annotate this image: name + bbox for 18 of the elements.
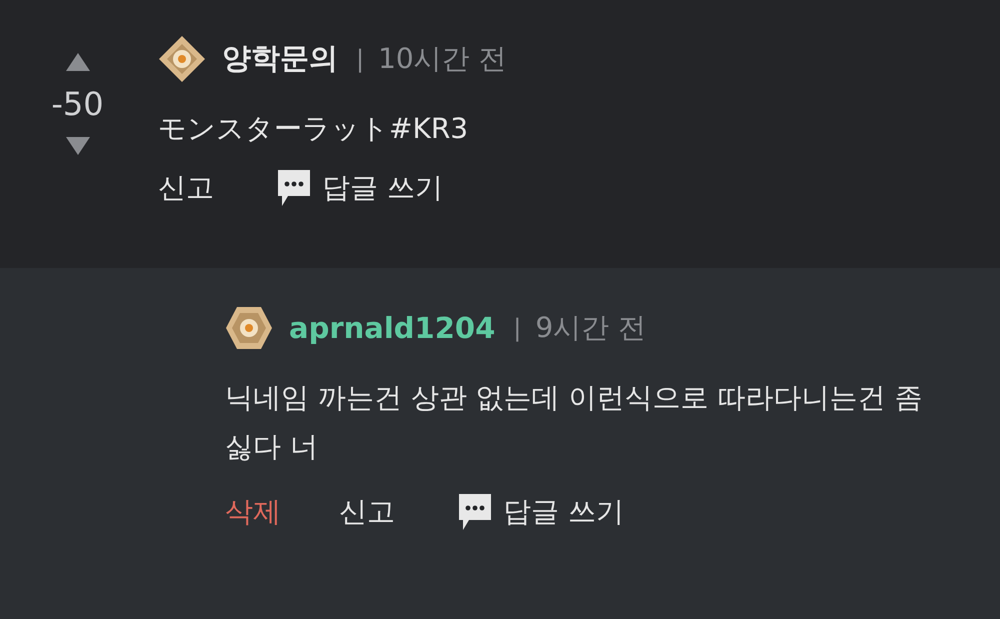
upvote-icon[interactable]: [64, 52, 90, 72]
report-button[interactable]: 신고: [158, 169, 214, 207]
report-button[interactable]: 신고: [339, 493, 395, 531]
comment-text: 닉네임 까는건 상관 없는데 이런식으로 따라다니는건 좀 싫다 너: [225, 380, 924, 465]
hexagon-badge-icon: [225, 306, 273, 350]
reply-button[interactable]: 답글 쓰기: [272, 169, 443, 207]
separator: |: [513, 314, 522, 342]
vote-score: -50: [51, 84, 104, 124]
delete-button[interactable]: 삭제: [225, 493, 281, 531]
downvote-icon[interactable]: [64, 136, 90, 156]
comment-text: モンスターラット#KR3: [158, 111, 470, 147]
timestamp: 10시간 전: [378, 41, 507, 77]
diamond-badge-icon: [158, 35, 206, 83]
separator: |: [356, 45, 364, 73]
reply-button[interactable]: 답글 쓰기: [453, 493, 624, 531]
username[interactable]: 양학문의: [222, 39, 338, 79]
username[interactable]: aprnald1204: [289, 311, 496, 345]
timestamp: 9시간 전: [535, 310, 646, 346]
